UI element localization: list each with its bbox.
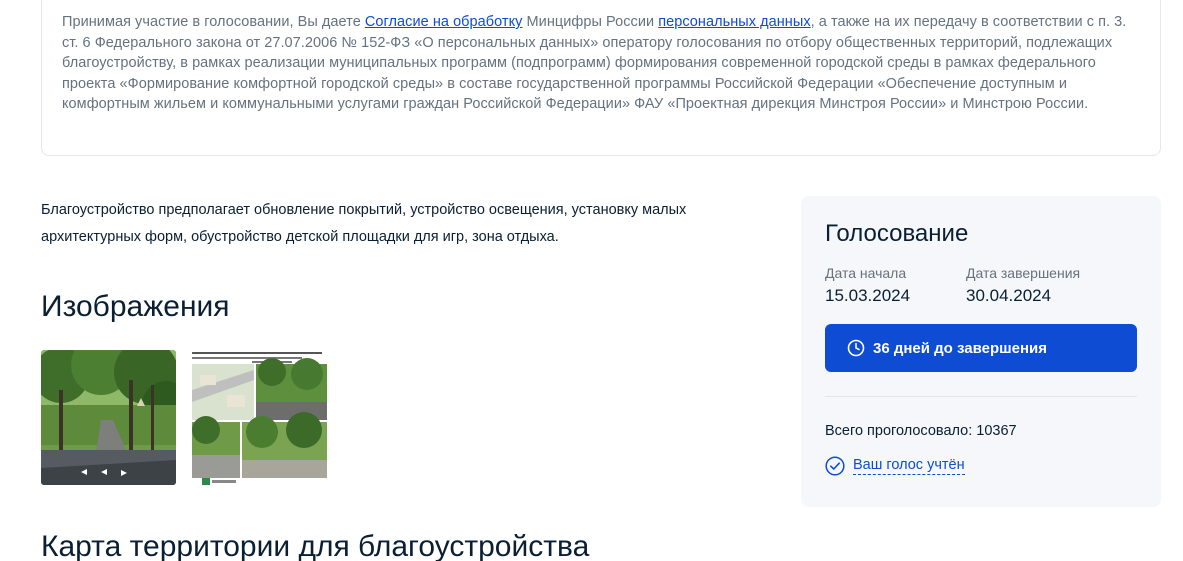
start-date-label: Дата начала: [825, 265, 907, 281]
days-until-end-button[interactable]: 36 дней до завершения: [825, 324, 1137, 372]
start-date-block: Дата начала 15.03.2024: [825, 264, 966, 307]
days-until-end-label: 36 дней до завершения: [873, 339, 1048, 357]
start-date-value: 15.03.2024: [825, 286, 911, 305]
total-votes: Всего проголосовало: 10367: [825, 423, 1017, 439]
vote-counted-link[interactable]: Ваш голос учтён: [825, 456, 1137, 476]
gallery-thumbnail-project-collage[interactable]: [192, 350, 327, 485]
consent-text-part: Минцифры России: [522, 14, 659, 30]
vote-counted-label: Ваш голос учтён: [853, 457, 965, 475]
consent-text: Принимая участие в голосовании, Вы даете…: [62, 12, 1140, 115]
voting-dates: Дата начала 15.03.2024 Дата завершения 3…: [825, 264, 1137, 307]
clock-icon: [847, 339, 865, 357]
consent-text-part: Принимая участие в голосовании, Вы даете: [62, 14, 365, 30]
voting-card: Голосование Дата начала 15.03.2024 Дата …: [801, 196, 1161, 507]
project-description: Благоустройство предполагает обновление …: [41, 202, 687, 245]
end-date-value: 30.04.2024: [966, 286, 1052, 305]
consent-notice: Принимая участие в голосовании, Вы даете…: [41, 0, 1161, 156]
park-photo-icon: [41, 350, 176, 485]
end-date-block: Дата завершения 30.04.2024: [966, 264, 1107, 307]
image-gallery: [41, 350, 327, 485]
gallery-thumbnail-park-photo[interactable]: [41, 350, 176, 485]
consent-processing-link[interactable]: Согласие на обработку: [365, 14, 523, 30]
images-heading: Изображения: [41, 290, 230, 323]
check-circle-icon: [825, 456, 845, 476]
project-collage-icon: [192, 350, 327, 485]
voting-title: Голосование: [825, 220, 969, 247]
personal-data-link[interactable]: персональных данных: [658, 14, 810, 30]
end-date-label: Дата завершения: [966, 265, 1081, 281]
divider: [825, 396, 1137, 397]
map-heading: Карта территории для благоустройства: [41, 530, 590, 561]
